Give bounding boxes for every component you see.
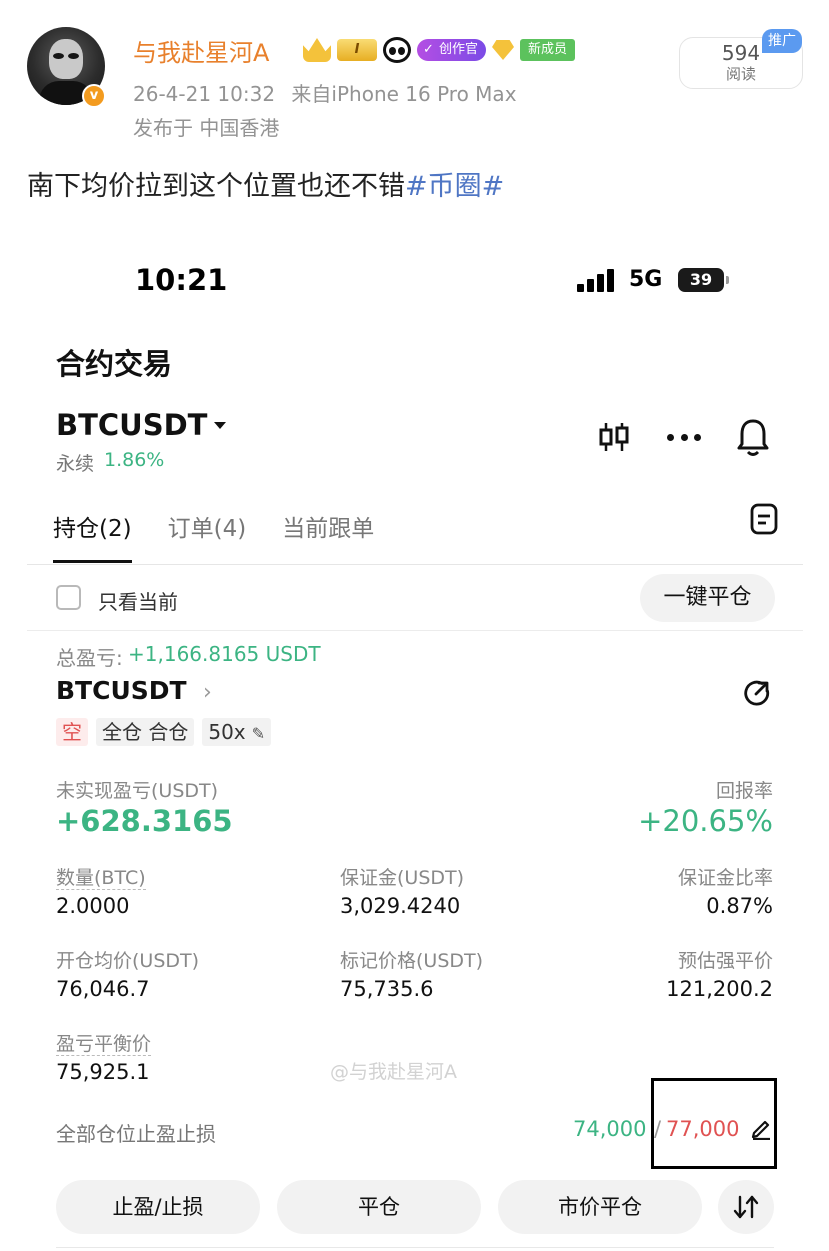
watermark: @与我赴星河A xyxy=(330,1061,457,1083)
margin-mode-tag: 全仓 合仓 xyxy=(96,718,195,746)
close-position-button[interactable]: 平仓 xyxy=(277,1180,481,1234)
margin-label: 保证金(USDT) xyxy=(340,867,465,889)
tab-orders[interactable]: 订单(4) xyxy=(168,509,247,543)
symbol-selector[interactable]: BTCUSDT xyxy=(56,408,207,442)
roe-label: 回报率 xyxy=(716,780,774,802)
quantity-value: 2.0000 xyxy=(56,894,130,918)
post-device: 来自iPhone 16 Pro Max xyxy=(291,82,517,106)
mark-price-label: 标记价格(USDT) xyxy=(340,950,484,972)
take-profit-value: 74,000 xyxy=(573,1117,647,1141)
tpsl-button[interactable]: 止盈/止损 xyxy=(56,1180,260,1234)
breakeven-label: 盈亏平衡价 xyxy=(56,1033,152,1056)
post-meta: 26-4-21 10:32 来自iPhone 16 Pro Max xyxy=(133,78,517,107)
tab-copy-trading[interactable]: 当前跟单 xyxy=(282,509,374,543)
margin-ratio-value: 0.87% xyxy=(706,894,773,918)
close-all-button[interactable]: 一键平仓 xyxy=(640,574,775,622)
new-member-badge: 新成员 xyxy=(520,39,576,61)
user-badges: I 创作官 新成员 xyxy=(303,36,576,64)
leverage-tag[interactable]: 50x ✎ xyxy=(202,718,272,746)
tab-positions[interactable]: 持仓(2) xyxy=(53,509,132,563)
verified-badge-icon: v xyxy=(82,84,106,108)
post-location: 发布于 中国香港 xyxy=(133,116,280,140)
caret-down-icon[interactable] xyxy=(214,422,226,429)
battery-icon: 39 xyxy=(678,268,729,292)
market-close-button[interactable]: 市价平仓 xyxy=(498,1180,702,1234)
candlestick-chart-icon[interactable] xyxy=(598,420,630,454)
status-bar-time: 10:21 xyxy=(135,263,228,297)
post-body: 南下均价拉到这个位置也还不错 xyxy=(27,171,405,202)
share-icon[interactable] xyxy=(742,678,772,708)
price-change: 1.86% xyxy=(104,449,165,471)
divider xyxy=(27,630,803,631)
more-icon[interactable] xyxy=(667,434,701,442)
contract-type: 永续 xyxy=(56,453,95,475)
creator-badge: 创作官 xyxy=(417,39,487,61)
page-title: 合约交易 xyxy=(56,347,173,381)
signal-icon xyxy=(577,268,617,292)
unrealized-pnl-value: +628.3165 xyxy=(56,804,233,838)
document-icon[interactable] xyxy=(749,502,779,536)
position-symbol[interactable]: BTCUSDT xyxy=(56,676,187,705)
roe-value: +20.65% xyxy=(638,804,773,838)
annotation-box xyxy=(651,1078,777,1169)
side-tag: 空 xyxy=(56,718,88,746)
chevron-right-icon[interactable]: › xyxy=(203,680,212,705)
username-link[interactable]: 与我赴星河A xyxy=(133,33,269,68)
total-pnl-value: +1,166.8165 USDT xyxy=(128,642,321,666)
divider xyxy=(56,1247,774,1248)
quantity-label: 数量(BTC) xyxy=(56,867,146,890)
liq-price-label: 预估强平价 xyxy=(677,950,773,972)
gem-icon xyxy=(492,40,515,60)
swap-arrows-icon xyxy=(733,1195,759,1219)
panda-icon xyxy=(383,37,411,63)
total-pnl-label: 总盈亏: xyxy=(56,646,123,670)
liq-price-value: 121,200.2 xyxy=(666,977,773,1001)
post-timestamp: 26-4-21 10:32 xyxy=(133,82,276,106)
divider xyxy=(27,564,803,565)
breakeven-value: 75,925.1 xyxy=(56,1060,150,1084)
network-label: 5G xyxy=(629,267,663,292)
position-tags: 空 全仓 合仓 50x ✎ xyxy=(56,718,272,746)
crown-icon xyxy=(303,38,331,62)
level-badge: I xyxy=(337,39,377,61)
bell-icon[interactable] xyxy=(736,417,770,457)
position-tabs: 持仓(2) 订单(4) 当前跟单 xyxy=(53,509,374,563)
promo-badge[interactable]: 推广 xyxy=(762,29,802,53)
only-current-label: 只看当前 xyxy=(98,590,178,614)
swap-button[interactable] xyxy=(718,1180,774,1234)
post-text: 南下均价拉到这个位置也还不错#币圈# xyxy=(27,164,504,203)
entry-price-label: 开仓均价(USDT) xyxy=(56,950,200,972)
margin-ratio-label: 保证金比率 xyxy=(677,867,773,889)
views-label: 阅读 xyxy=(725,65,756,83)
only-current-checkbox[interactable] xyxy=(56,585,81,610)
margin-value: 3,029.4240 xyxy=(340,894,461,918)
edit-icon[interactable]: ✎ xyxy=(252,724,265,743)
tpsl-label: 全部仓位止盈止损 xyxy=(56,1122,216,1146)
mark-price-value: 75,735.6 xyxy=(340,977,434,1001)
hashtag-link[interactable]: #币圈# xyxy=(405,171,504,202)
leverage-value: 50x xyxy=(208,720,246,744)
unrealized-pnl-label: 未实现盈亏(USDT) xyxy=(56,780,219,802)
entry-price-value: 76,046.7 xyxy=(56,977,150,1001)
